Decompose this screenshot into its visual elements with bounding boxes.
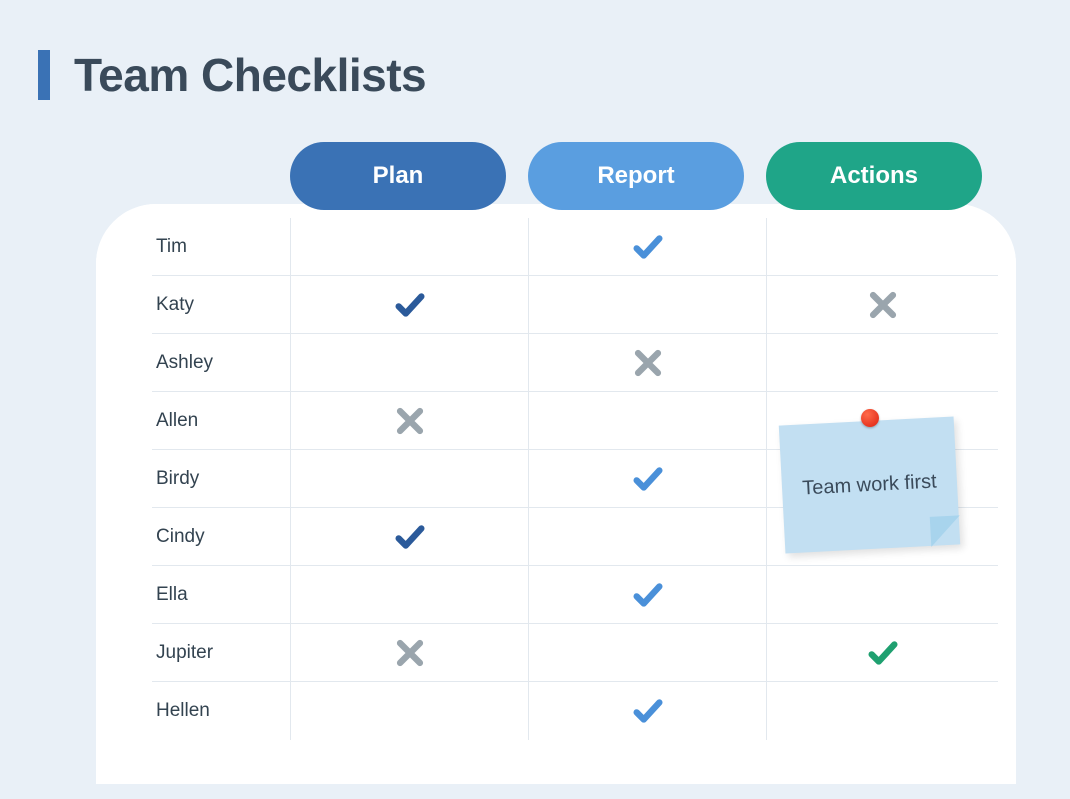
- check-icon: [866, 636, 900, 670]
- actions-cell: [766, 276, 998, 333]
- actions-cell: [766, 566, 998, 623]
- check-icon: [393, 520, 427, 554]
- x-icon: [631, 346, 665, 380]
- name-cell: Hellen: [152, 700, 290, 722]
- plan-cell: [290, 450, 528, 507]
- x-icon: [393, 404, 427, 438]
- header-plan: Plan: [290, 142, 506, 210]
- sticky-note-text: Team work first: [802, 468, 938, 503]
- table-row: Jupiter: [152, 624, 998, 682]
- table-row: Ashley: [152, 334, 998, 392]
- actions-cell: [766, 624, 998, 681]
- plan-cell: [290, 334, 528, 391]
- report-cell: [528, 392, 766, 449]
- report-cell: [528, 218, 766, 275]
- actions-cell: [766, 682, 998, 740]
- header-actions: Actions: [766, 142, 982, 210]
- plan-cell: [290, 508, 528, 565]
- sticky-note: Team work first: [782, 421, 957, 561]
- plan-cell: [290, 276, 528, 333]
- x-icon: [866, 288, 900, 322]
- name-cell: Katy: [152, 294, 290, 316]
- pin-icon: [861, 409, 879, 427]
- page-title-bar: Team Checklists: [0, 0, 1070, 102]
- report-cell: [528, 508, 766, 565]
- column-headers: Plan Report Actions: [290, 142, 982, 210]
- check-icon: [631, 230, 665, 264]
- plan-cell: [290, 682, 528, 740]
- table-row: Tim: [152, 218, 998, 276]
- plan-cell: [290, 624, 528, 681]
- name-cell: Birdy: [152, 468, 290, 490]
- sticky-note-body: Team work first: [779, 417, 960, 554]
- report-cell: [528, 682, 766, 740]
- report-cell: [528, 624, 766, 681]
- table-row: Hellen: [152, 682, 998, 740]
- check-icon: [393, 288, 427, 322]
- name-cell: Ella: [152, 584, 290, 606]
- name-cell: Jupiter: [152, 642, 290, 664]
- report-cell: [528, 276, 766, 333]
- table-row: Katy: [152, 276, 998, 334]
- plan-cell: [290, 566, 528, 623]
- plan-cell: [290, 392, 528, 449]
- check-icon: [631, 462, 665, 496]
- page-title: Team Checklists: [74, 48, 426, 102]
- report-cell: [528, 334, 766, 391]
- report-cell: [528, 450, 766, 507]
- x-icon: [393, 636, 427, 670]
- check-icon: [631, 578, 665, 612]
- name-cell: Ashley: [152, 352, 290, 374]
- report-cell: [528, 566, 766, 623]
- name-cell: Tim: [152, 236, 290, 258]
- plan-cell: [290, 218, 528, 275]
- header-report: Report: [528, 142, 744, 210]
- actions-cell: [766, 218, 998, 275]
- name-cell: Allen: [152, 410, 290, 432]
- name-cell: Cindy: [152, 526, 290, 548]
- note-fold: [930, 515, 962, 547]
- table-row: Ella: [152, 566, 998, 624]
- actions-cell: [766, 334, 998, 391]
- check-icon: [631, 694, 665, 728]
- title-accent: [38, 50, 50, 100]
